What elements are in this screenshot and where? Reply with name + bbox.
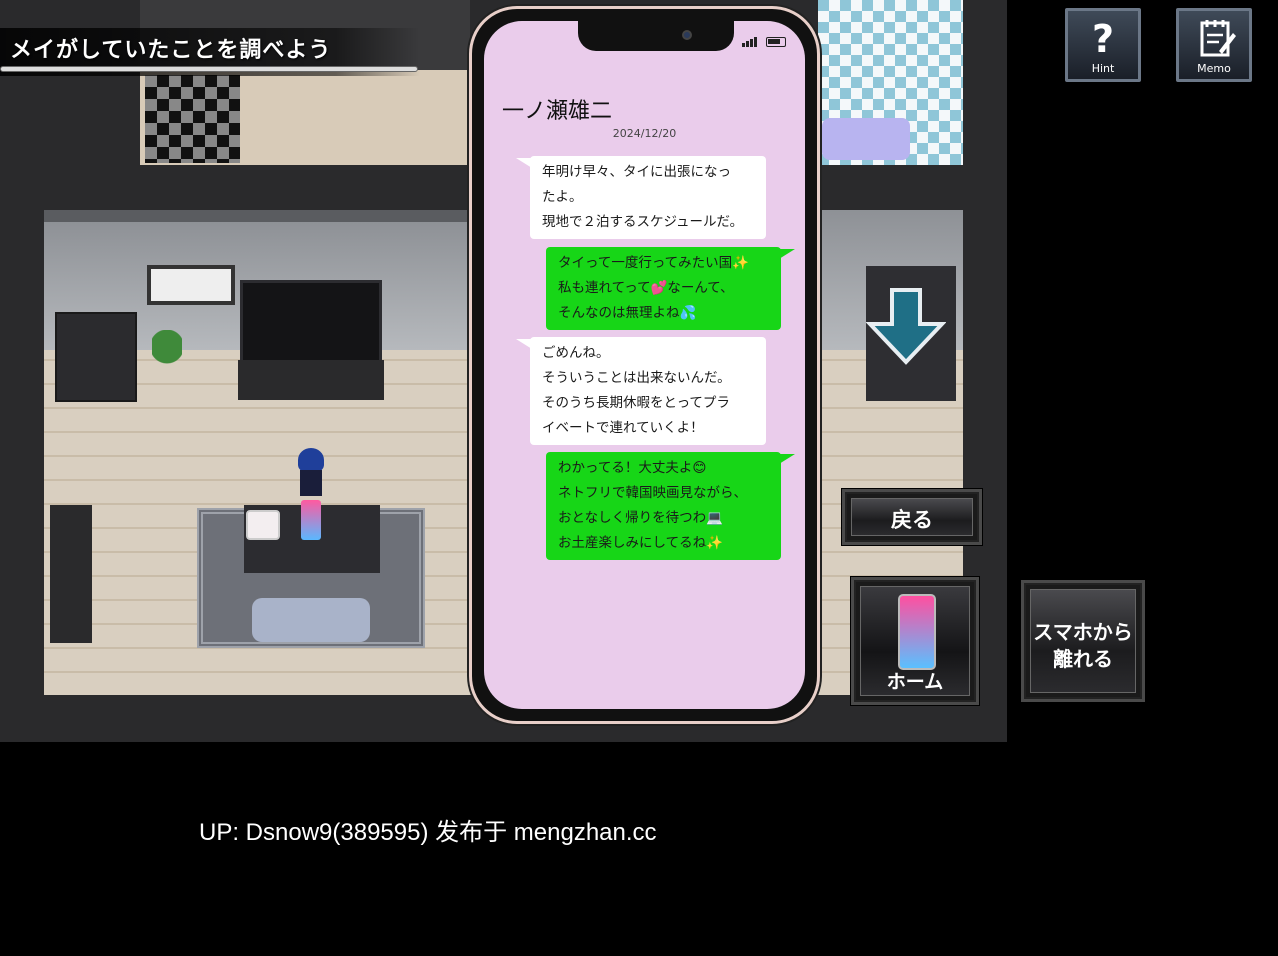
message-line: わかってる！大丈夫よ😊 — [558, 460, 707, 476]
phone-screen: 一ノ瀬雄二 2024/12/20 年明け早々、タイに出張になっ たよ。 現地で２… — [484, 21, 805, 709]
message-line: そのうち長期休暇をとってプラ — [542, 395, 730, 411]
message-line: タイって一度行ってみたい国✨ — [558, 255, 749, 271]
leave-phone-label: スマホから 離れる — [1024, 619, 1142, 673]
message-line: 私も連れてって💕なーんて、 — [558, 280, 734, 296]
camera-icon — [682, 30, 692, 40]
memo-label: Memo — [1197, 62, 1231, 75]
message-line: たよ。 — [542, 189, 583, 205]
message-line: イベートで連れていくよ！ — [542, 420, 704, 436]
handbag-item[interactable] — [246, 510, 280, 540]
character-body — [300, 470, 322, 496]
character-head — [298, 448, 324, 472]
television — [240, 280, 382, 370]
message-sent: わかってる！大丈夫よ😊 ネトフリで韓国映画見ながら、 おとなしく帰りを待つわ💻 … — [546, 452, 795, 560]
home-button[interactable]: ホーム — [851, 577, 979, 705]
smartphone-overlay: 一ノ瀬雄二 2024/12/20 年明け早々、タイに出張になっ たよ。 現地で２… — [469, 6, 820, 724]
message-sent: タイって一度行ってみたい国✨ 私も連れてって💕なーんて、 そんなのは無理よね💦 — [546, 247, 795, 330]
smartphone-item[interactable] — [301, 500, 321, 540]
message-line: そんなのは無理よね💦 — [558, 305, 697, 321]
bath-rug — [822, 118, 910, 160]
side-cabinet — [50, 505, 92, 643]
chat-date: 2024/12/20 — [612, 127, 677, 140]
back-button-label: 戻る — [891, 508, 933, 532]
bookshelf — [55, 312, 137, 402]
down-arrow-icon[interactable] — [866, 286, 946, 366]
player-character — [294, 448, 328, 496]
sofa — [252, 598, 370, 642]
message-line: ネトフリで韓国映画見ながら、 — [558, 485, 747, 501]
signal-icon — [742, 37, 758, 47]
battery-icon — [766, 37, 786, 47]
objective-banner: メイがしていたことを調べよう — [0, 28, 420, 76]
message-line: おとなしく帰りを待つわ💻 — [558, 510, 723, 526]
potted-plant — [152, 330, 182, 385]
notepad-icon — [1200, 20, 1236, 57]
message-line: 年明け早々、タイに出張になっ — [542, 164, 731, 180]
message-received: 年明け早々、タイに出張になっ たよ。 現地で２泊するスケジュールだ。 — [516, 156, 766, 239]
chat-contact-name: 一ノ瀬雄二 — [502, 99, 613, 124]
tv-stand — [238, 360, 384, 400]
memo-button[interactable]: Memo — [1176, 8, 1252, 82]
message-line: ごめんね。 — [542, 345, 610, 361]
phone-notch — [578, 21, 734, 51]
message-line: そういうことは出来ないんだ。 — [542, 370, 731, 386]
leave-phone-button[interactable]: スマホから 離れる — [1021, 580, 1145, 702]
message-line: 現地で２泊するスケジュールだ。 — [542, 214, 744, 230]
smartphone-icon — [898, 594, 936, 670]
checker-floor-tile — [145, 75, 240, 163]
hint-label: Hint — [1091, 62, 1115, 75]
back-button[interactable]: 戻る — [842, 489, 982, 545]
message-received: ごめんね。 そういうことは出来ないんだ。 そのうち長期休暇をとってプラ イベート… — [516, 337, 766, 445]
uploader-watermark: UP: Dsnow9(389595) 发布于 mengzhan.cc — [199, 819, 657, 846]
leave-phone-label-line1: スマホから — [1033, 620, 1133, 644]
question-mark-icon: ? — [1091, 17, 1115, 61]
objective-text: メイがしていたことを調べよう — [10, 38, 332, 63]
wall-picture-frame — [147, 265, 235, 305]
leave-phone-label-line2: 離れる — [1053, 647, 1113, 671]
home-button-label: ホーム — [886, 671, 944, 693]
hint-button[interactable]: ? Hint — [1065, 8, 1141, 82]
objective-underline — [0, 66, 418, 72]
message-line: お土産楽しみにしてるね✨ — [558, 535, 723, 551]
